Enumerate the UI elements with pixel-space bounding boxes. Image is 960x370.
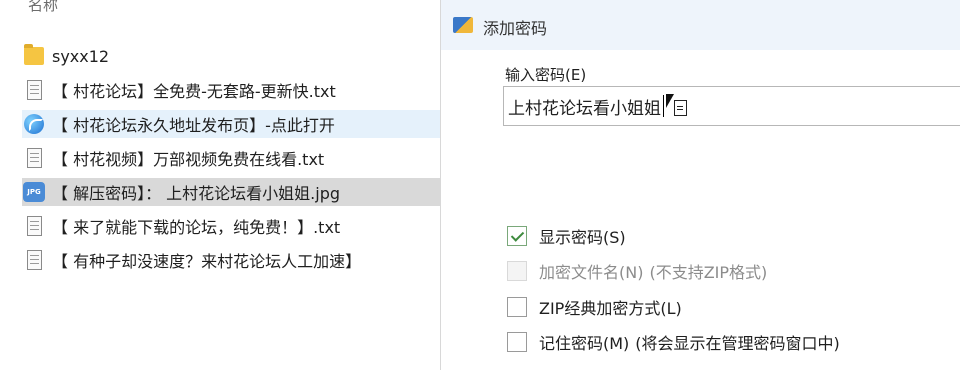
remember-password-note: (将会显示在管理密码窗口中) <box>635 334 840 353</box>
remember-password-checkbox[interactable] <box>507 332 527 352</box>
add-password-dialog: 添加密码 输入密码(E) 上村花论坛看小姐姐 显示密码(S) 加密文件名(N) … <box>440 0 960 370</box>
show-password-option[interactable]: 显示密码(S) <box>507 222 626 250</box>
encrypt-filenames-label: 加密文件名(N) <box>539 263 644 282</box>
encrypt-filenames-option: 加密文件名(N) (不支持ZIP格式) <box>507 257 767 285</box>
text-file-icon <box>22 78 46 102</box>
file-row[interactable]: 【 村花论坛】全免费-无套路-更新快.txt <box>22 76 440 104</box>
dialog-titlebar[interactable]: 添加密码 <box>441 0 960 50</box>
encrypt-filenames-checkbox <box>507 261 527 281</box>
jpg-badge: JPG <box>23 182 45 202</box>
file-name: 【 村花论坛】全免费-无套路-更新快.txt <box>52 82 336 101</box>
remember-password-label: 记住密码(M) <box>539 334 630 353</box>
browser-link-icon <box>22 112 46 136</box>
password-label: 输入密码(E) <box>505 66 587 84</box>
encrypt-filenames-note: (不支持ZIP格式) <box>649 263 768 282</box>
text-file-icon <box>22 146 46 170</box>
show-password-label: 显示密码(S) <box>539 228 626 247</box>
jpg-file-icon: JPG <box>22 180 46 204</box>
archive-app-icon <box>453 17 473 33</box>
show-password-checkbox[interactable] <box>507 226 527 246</box>
text-file-icon <box>22 248 46 272</box>
file-row[interactable]: 【 村花视频】万部视频免费在线看.txt <box>22 144 440 172</box>
file-name: 【 有种子却没速度？来村花论坛人工加速】 <box>52 252 362 271</box>
file-row[interactable]: 【 来了就能下载的论坛，纯免费！】.txt <box>22 212 440 240</box>
password-value: 上村花论坛看小姐姐 <box>508 98 661 119</box>
file-name: 【 解压密码】： 上村花论坛看小姐姐.jpg <box>52 184 341 203</box>
folder-icon <box>22 44 46 68</box>
zip-classic-encryption-checkbox[interactable] <box>507 297 527 317</box>
file-row-folder[interactable]: syxx12 <box>22 42 440 70</box>
file-name: 【 村花视频】万部视频免费在线看.txt <box>52 150 325 169</box>
file-list-pane: 名称 syxx12 【 村花论坛】全免费-无套路-更新快.txt 【 村花论坛永… <box>0 0 440 370</box>
column-header-name[interactable]: 名称 <box>28 0 58 15</box>
file-row-selected[interactable]: JPG 【 解压密码】： 上村花论坛看小姐姐.jpg <box>22 178 440 206</box>
file-name: 【 来了就能下载的论坛，纯免费！】.txt <box>52 218 341 237</box>
file-row[interactable]: 【 村花论坛永久地址发布页】-点此打开 <box>22 110 440 138</box>
password-input[interactable]: 上村花论坛看小姐姐 <box>503 86 960 126</box>
file-name: syxx12 <box>52 46 110 66</box>
zip-classic-encryption-option[interactable]: ZIP经典加密方式(L) <box>507 293 682 321</box>
paste-cursor-icon <box>666 94 688 118</box>
zip-classic-encryption-label: ZIP经典加密方式(L) <box>539 299 682 318</box>
text-file-icon <box>22 214 46 238</box>
file-name: 【 村花论坛永久地址发布页】-点此打开 <box>52 116 335 135</box>
text-caret <box>663 95 664 117</box>
dialog-title: 添加密码 <box>483 19 548 38</box>
remember-password-option[interactable]: 记住密码(M) (将会显示在管理密码窗口中) <box>507 328 840 356</box>
file-row[interactable]: 【 有种子却没速度？来村花论坛人工加速】 <box>22 246 440 274</box>
